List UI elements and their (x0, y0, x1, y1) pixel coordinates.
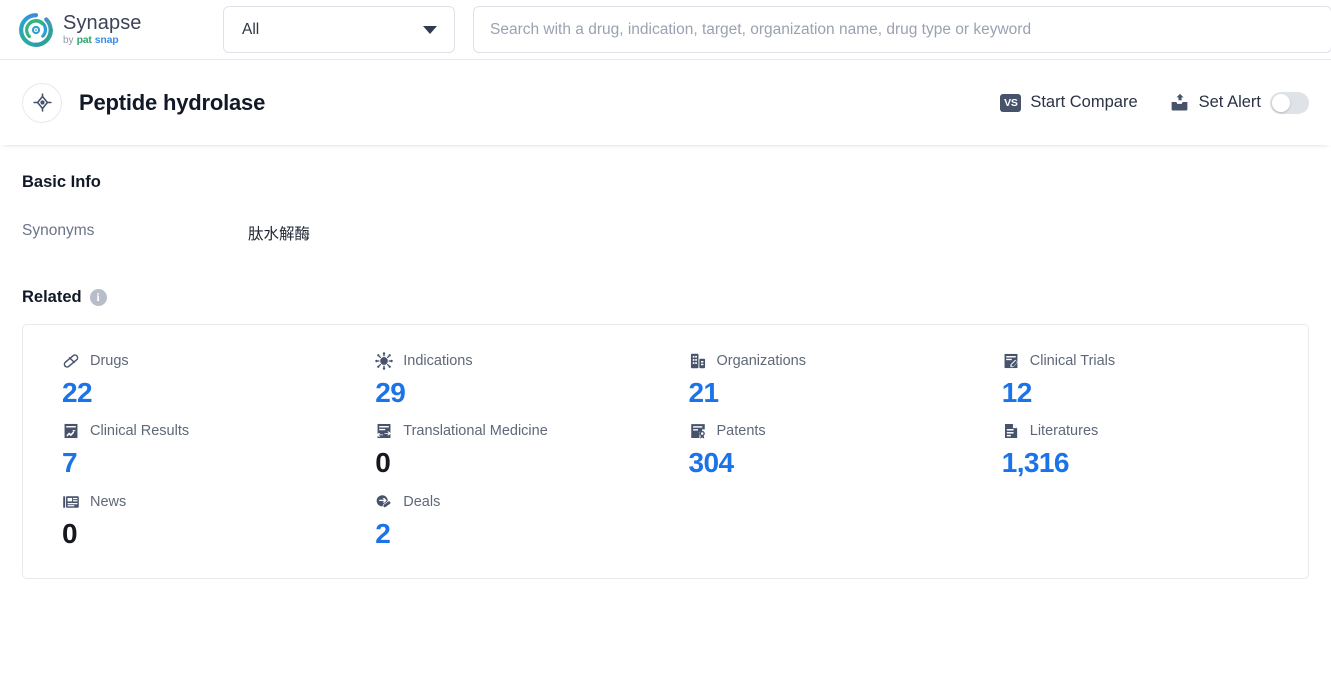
brand-patsnap-snap: snap (94, 34, 119, 46)
chevron-down-icon (423, 25, 437, 34)
related-stat-label: Clinical Trials (1029, 353, 1116, 369)
related-stat-label: Patents (716, 423, 766, 440)
related-stat-label: Drugs (90, 353, 129, 369)
related-heading-text: Related (22, 288, 82, 306)
related-stat-news: News 0 (39, 492, 352, 548)
synonyms-label: Synonyms (22, 222, 95, 239)
newspaper-icon (62, 493, 80, 511)
related-stat-label: News (90, 493, 127, 510)
brand-patsnap-pat: pat (76, 34, 92, 46)
related-stat-label: Organizations (716, 353, 806, 369)
related-stat-value[interactable]: 12 (1002, 378, 1292, 408)
page-title: Peptide hydrolase (79, 89, 266, 115)
related-stat-head: News (62, 492, 352, 512)
related-stat-organizations[interactable]: Organizations 21 (666, 351, 979, 407)
related-stat-head: Indications (375, 351, 665, 371)
related-stat-label: Literatures (1029, 423, 1099, 440)
related-stat-label: Indications (403, 353, 473, 369)
set-alert-label: Set Alert (1198, 93, 1261, 111)
vs-icon: VS (1000, 93, 1022, 112)
entity-header: Peptide hydrolase VS Start Compare Set A… (0, 60, 1331, 145)
search-box[interactable] (473, 6, 1331, 53)
related-card: Drugs 22 Indications 29 Organizations 21 Clini… (22, 324, 1309, 580)
page-content: Basic Info Synonyms 肽水解酶 Related i Drugs… (0, 173, 1331, 580)
related-stat-value[interactable]: 29 (375, 378, 665, 408)
document-chart-icon (62, 422, 80, 440)
brand-logo-group[interactable]: Synapse by pat snap (18, 12, 198, 48)
deal-handshake-icon (375, 493, 393, 511)
related-stat-indications[interactable]: Indications 29 (352, 351, 665, 407)
related-stat-value[interactable]: 1,316 (1002, 448, 1292, 478)
related-stat-value: 0 (375, 447, 391, 479)
document-pen-icon (1002, 352, 1020, 370)
search-scope-select[interactable]: All (223, 6, 455, 53)
related-stat-value[interactable]: 21 (689, 378, 979, 408)
entity-actions: VS Start Compare Set Alert (1000, 91, 1309, 114)
building-icon (689, 352, 707, 370)
document-exchange-icon (375, 422, 393, 440)
alert-inbox-icon (1169, 92, 1190, 113)
related-stat-label: Deals (403, 493, 441, 510)
related-stat-label: Translational Medicine (403, 423, 548, 440)
related-stat-translational-medicine: Translational Medicine 0 (352, 421, 665, 477)
related-stat-label: Clinical Results (90, 423, 190, 440)
synonyms-value: 肽水解酶 (248, 226, 311, 243)
related-stat-head: Organizations (689, 351, 979, 371)
related-stat-drugs[interactable]: Drugs 22 (39, 351, 352, 407)
start-compare-button[interactable]: VS Start Compare (1000, 93, 1138, 112)
related-stat-deals[interactable]: Deals 2 (352, 492, 665, 548)
related-stat-value[interactable]: 22 (62, 378, 352, 408)
related-stat-head: Clinical Trials (1002, 351, 1292, 371)
brand-by: by (63, 35, 74, 46)
basic-info-row-synonyms: Synonyms 肽水解酶 (22, 222, 1309, 244)
entity-identity: Peptide hydrolase (22, 82, 266, 123)
related-stat-clinical-results[interactable]: Clinical Results 7 (39, 421, 352, 477)
pill-icon (62, 352, 80, 370)
start-compare-label: Start Compare (1030, 93, 1138, 111)
set-alert-toggle[interactable] (1270, 91, 1309, 114)
virus-icon (375, 352, 394, 370)
related-stat-head: Clinical Results (62, 421, 352, 441)
set-alert-control[interactable]: Set Alert (1169, 91, 1309, 114)
target-icon (22, 82, 62, 123)
related-stat-head: Literatures (1002, 421, 1292, 441)
info-icon[interactable]: i (89, 289, 107, 306)
related-stat-head: Patents (689, 421, 979, 441)
synapse-logo-icon (18, 12, 54, 48)
related-stat-literatures[interactable]: Literatures 1,316 (979, 421, 1292, 477)
related-stat-value[interactable]: 304 (689, 448, 979, 478)
toggle-knob (1272, 93, 1290, 112)
related-grid: Drugs 22 Indications 29 Organizations 21 Clini… (23, 351, 1308, 548)
related-stat-value[interactable]: 7 (62, 448, 352, 478)
related-stat-value[interactable]: 2 (375, 518, 665, 548)
search-scope-value: All (242, 20, 260, 38)
related-stat-head: Deals (375, 492, 665, 512)
top-search-bar: Synapse by pat snap All (0, 0, 1331, 60)
related-stat-head: Translational Medicine (375, 421, 665, 441)
brand-name: Synapse (63, 12, 142, 34)
related-stat-patents[interactable]: Patents 304 (666, 421, 979, 477)
document-lines-icon (1002, 422, 1020, 440)
related-stat-value: 0 (62, 517, 78, 549)
basic-info-heading: Basic Info (22, 173, 101, 191)
related-heading: Related i (22, 288, 1309, 307)
document-seal-icon (689, 422, 707, 440)
search-input[interactable] (490, 20, 1315, 39)
related-stat-head: Drugs (62, 351, 352, 371)
related-stat-clinical-trials[interactable]: Clinical Trials 12 (979, 351, 1292, 407)
